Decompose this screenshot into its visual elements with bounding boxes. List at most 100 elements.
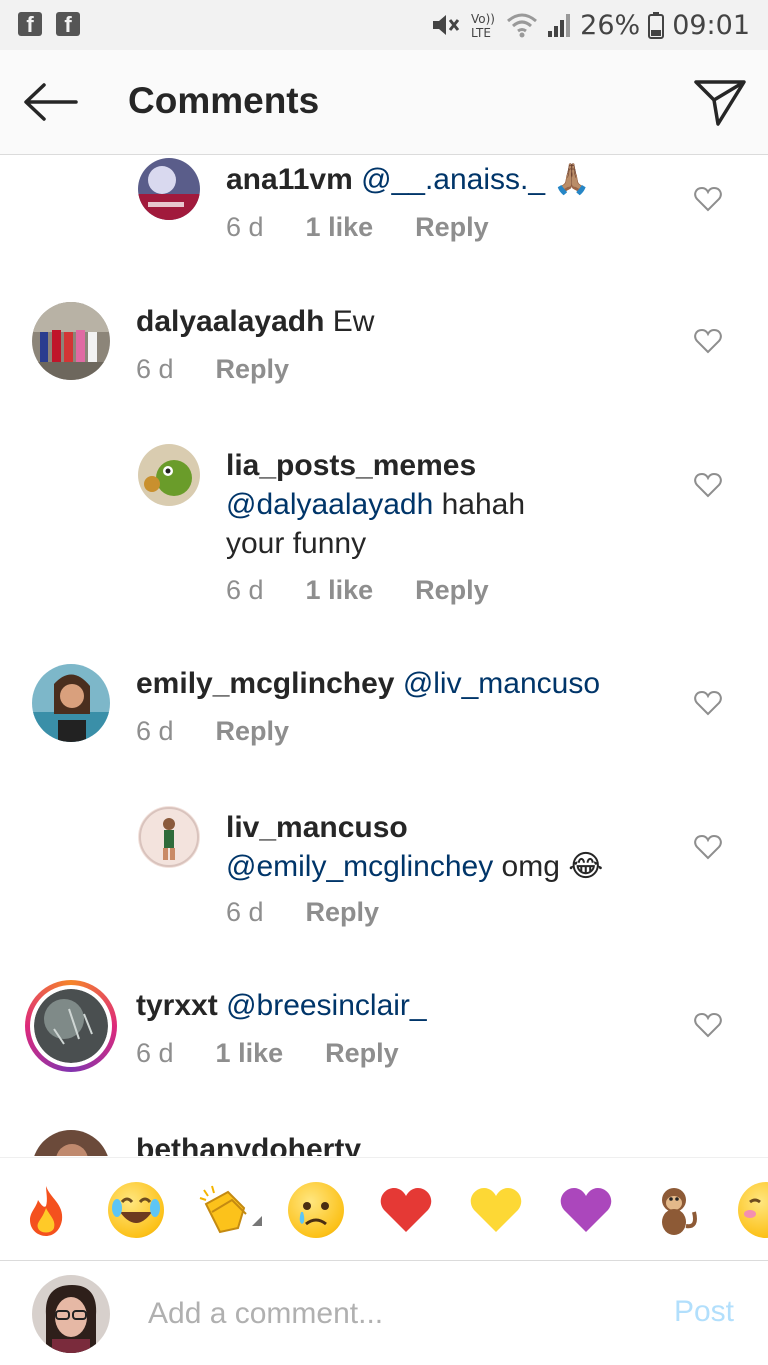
- comment-username[interactable]: emily_mcglinchey: [136, 667, 394, 700]
- comment-text: dalyaalayadh Ew: [136, 302, 648, 341]
- clapping-hands-icon: [199, 1185, 247, 1234]
- signal-icon: [548, 14, 571, 37]
- comment-time: 6 d: [226, 575, 264, 605]
- comment-likes[interactable]: 1 like: [306, 575, 374, 606]
- emoji-fire[interactable]: [18, 1182, 74, 1238]
- facebook-notification-icon: f: [56, 12, 80, 37]
- reply-button[interactable]: Reply: [216, 716, 290, 747]
- comment-item: ana11vm @__.anaiss._ 🙏🏽 6 d 1 like Reply: [0, 156, 768, 286]
- comment-content: hahah: [441, 488, 526, 521]
- comment-content: omg: [501, 850, 560, 883]
- comment-item: liv_mancuso @emily_mcglinchey omg 😂 6 d …: [0, 804, 768, 954]
- reply-button[interactable]: Reply: [216, 354, 290, 385]
- emoji-bar: [0, 1157, 768, 1259]
- comment-meta: 6 d Reply: [136, 354, 289, 385]
- heart-icon[interactable]: [694, 328, 722, 354]
- comment-text: lia_posts_memes @dalyaalayadh hahah your…: [226, 446, 648, 563]
- comment-mention[interactable]: @breesinclair_: [226, 989, 427, 1022]
- comment-text: liv_mancuso @emily_mcglinchey omg 😂: [226, 808, 648, 886]
- comment-meta: 6 d Reply: [226, 897, 379, 928]
- reply-button[interactable]: Reply: [415, 575, 489, 606]
- smiling-face-icon: [744, 1198, 761, 1218]
- mute-icon: [433, 15, 460, 35]
- heart-icon[interactable]: [694, 690, 722, 716]
- battery-percent: 26%: [580, 9, 641, 41]
- comment-composer: Post: [0, 1260, 768, 1365]
- red-heart-icon: [380, 1188, 432, 1232]
- emoji-smiling[interactable]: [738, 1182, 768, 1238]
- facebook-notification-icon: f: [18, 12, 42, 37]
- reply-button[interactable]: Reply: [306, 897, 380, 928]
- purple-heart-icon: [560, 1188, 612, 1232]
- comment-time: 6 d: [226, 897, 264, 927]
- comment-likes[interactable]: 1 like: [216, 1038, 284, 1069]
- avatar[interactable]: [138, 158, 200, 220]
- comment-time: 6 d: [136, 354, 174, 384]
- comment-mention[interactable]: @dalyaalayadh: [226, 488, 433, 521]
- comment-emoji: 😂: [568, 850, 604, 883]
- avatar: [34, 989, 108, 1063]
- avatar[interactable]: [32, 302, 110, 380]
- svg-text:Vo)): Vo)): [471, 12, 495, 26]
- comment-mention[interactable]: @__.anaiss._: [361, 163, 545, 196]
- comments-list[interactable]: ana11vm @__.anaiss._ 🙏🏽 6 d 1 like Reply…: [0, 156, 768, 1156]
- avatar[interactable]: [32, 1130, 110, 1156]
- reply-button[interactable]: Reply: [325, 1038, 399, 1069]
- svg-text:LTE: LTE: [471, 26, 491, 40]
- comment-meta: 6 d 1 like Reply: [226, 212, 489, 243]
- variant-indicator-icon: [252, 1216, 262, 1226]
- emoji-monkey[interactable]: [648, 1182, 704, 1238]
- comment-item: tyrxxt @breesinclair_ 6 d 1 like Reply: [0, 980, 768, 1122]
- comment-time: 6 d: [136, 716, 174, 746]
- heart-icon[interactable]: [694, 186, 722, 212]
- laughing-face-icon: [112, 1197, 160, 1223]
- comment-content: your funny: [226, 527, 367, 560]
- comment-meta: 6 d 1 like Reply: [226, 575, 489, 606]
- crying-face-icon: [299, 1202, 329, 1226]
- comment-meta: 6 d Reply: [136, 716, 289, 747]
- comment-username[interactable]: bethanydoherty: [136, 1133, 361, 1156]
- emoji-clap[interactable]: [198, 1182, 262, 1238]
- comment-item: emily_mcglinchey @liv_mancuso 6 d Reply: [0, 660, 768, 790]
- heart-icon[interactable]: [694, 472, 722, 498]
- avatar[interactable]: [138, 444, 200, 506]
- comment-mention[interactable]: @liv_mancuso: [403, 667, 600, 700]
- fire-icon: [30, 1186, 63, 1236]
- status-bar: f f Vo)) LTE 26% 09:01: [0, 0, 768, 50]
- comments-header: Comments: [0, 50, 768, 155]
- monkey-icon: [662, 1188, 697, 1235]
- page-title: Comments: [128, 80, 320, 121]
- comment-text: emily_mcglinchey @liv_mancuso: [136, 664, 648, 703]
- volte-icon: Vo)) LTE: [471, 12, 495, 40]
- comment-likes[interactable]: 1 like: [306, 212, 374, 243]
- avatar[interactable]: [138, 806, 200, 868]
- avatar[interactable]: [32, 664, 110, 742]
- emoji-crying[interactable]: [288, 1182, 344, 1238]
- comment-emoji: 🙏🏽: [553, 163, 591, 196]
- wifi-icon: [507, 13, 538, 38]
- comment-username[interactable]: dalyaalayadh: [136, 305, 324, 338]
- comment-input[interactable]: [148, 1289, 628, 1339]
- post-button[interactable]: Post: [674, 1295, 734, 1329]
- yellow-heart-icon: [470, 1188, 522, 1232]
- heart-icon[interactable]: [694, 834, 722, 860]
- comment-meta: 6 d 1 like Reply: [136, 1038, 399, 1069]
- emoji-red-heart[interactable]: [378, 1182, 434, 1238]
- reply-button[interactable]: Reply: [415, 212, 489, 243]
- arrow-left-icon: [24, 83, 78, 121]
- emoji-joy[interactable]: [108, 1182, 164, 1238]
- story-ring[interactable]: [25, 980, 117, 1072]
- comment-username[interactable]: lia_posts_memes: [226, 449, 476, 482]
- comment-mention[interactable]: @emily_mcglinchey: [226, 850, 493, 883]
- comment-username[interactable]: tyrxxt: [136, 989, 218, 1022]
- share-button[interactable]: [692, 74, 748, 128]
- heart-icon[interactable]: [694, 1012, 722, 1038]
- comment-content: Ew: [332, 305, 375, 338]
- back-button[interactable]: [18, 72, 82, 132]
- comment-item: dalyaalayadh Ew 6 d Reply: [0, 298, 768, 428]
- comment-username[interactable]: ana11vm: [226, 163, 353, 196]
- comment-username[interactable]: liv_mancuso: [226, 811, 408, 844]
- current-user-avatar[interactable]: [32, 1275, 110, 1353]
- emoji-purple-heart[interactable]: [558, 1182, 614, 1238]
- emoji-yellow-heart[interactable]: [468, 1182, 524, 1238]
